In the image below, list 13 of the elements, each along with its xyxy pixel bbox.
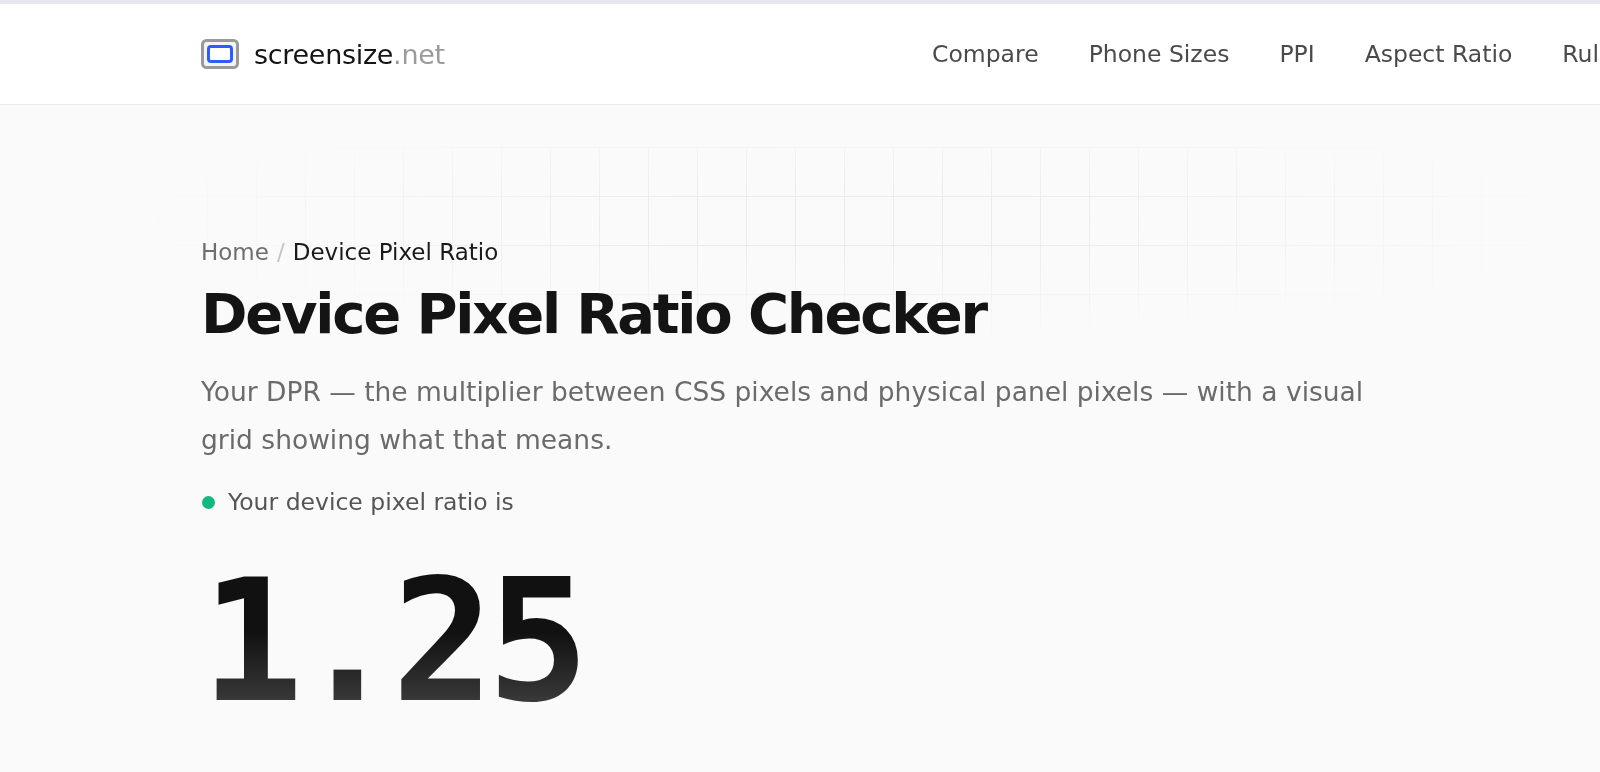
current-page-label: Device Pixel Ratio [292, 238, 499, 267]
status-label: Your device pixel ratio is [228, 488, 514, 516]
page-title: Device Pixel Ratio Checker [201, 282, 986, 346]
screen-icon [201, 39, 239, 69]
logo-link[interactable]: screensize.net [201, 38, 445, 70]
breadcrumb-separator: / [276, 238, 285, 267]
nav-link[interactable]: Aspect Ratio [1364, 40, 1513, 68]
nav-link[interactable]: Phone Sizes [1088, 40, 1230, 68]
nav-link[interactable]: PPI [1279, 40, 1315, 68]
breadcrumb-link[interactable]: Home [201, 237, 269, 267]
nav-link[interactable]: Compare [932, 40, 1039, 68]
page-description: Your DPR — the multiplier between CSS pixels and physical panel pixels — with a visual grid showing what that means. [201, 375, 1365, 457]
nav-link[interactable]: Rul [1562, 40, 1599, 68]
